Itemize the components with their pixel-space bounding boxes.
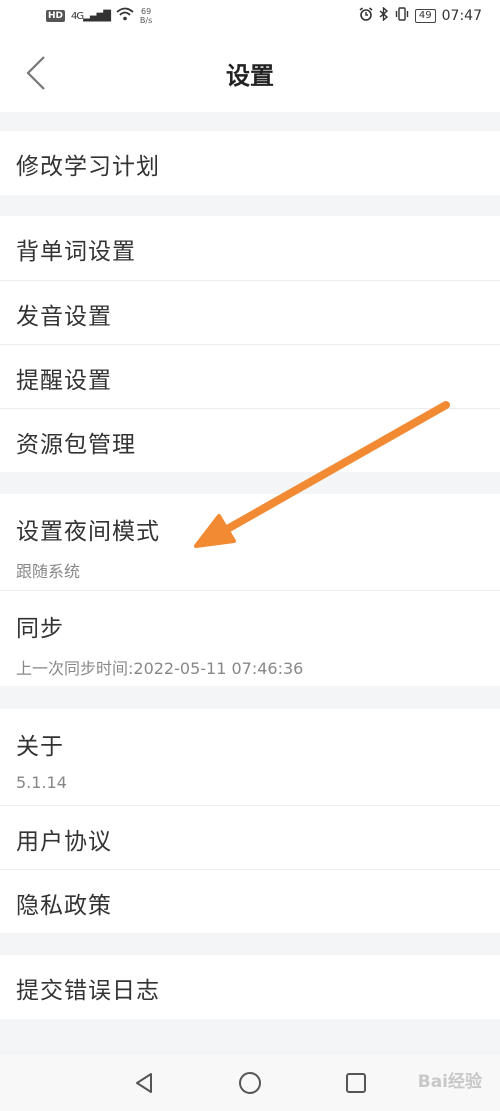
settings-item-study-plan[interactable]: 修改学习计划 bbox=[0, 131, 500, 195]
settings-item-word-settings[interactable]: 背单词设置 bbox=[0, 216, 500, 280]
last-sync-time: 上一次同步时间:2022-05-11 07:46:36 bbox=[16, 659, 304, 678]
settings-item-label: 设置夜间模式 bbox=[16, 519, 160, 545]
settings-group-learning: 背单词设置 发音设置 提醒设置 资源包管理 bbox=[0, 216, 500, 472]
settings-item-label: 发音设置 bbox=[16, 304, 112, 330]
watermark: Bai经验 bbox=[417, 1072, 482, 1092]
bluetooth-icon bbox=[379, 6, 389, 25]
settings-item-label: 关于 bbox=[16, 734, 64, 760]
settings-group-logs: 提交错误日志 bbox=[0, 955, 500, 1019]
status-left: HD 4G▂▄▆█ 69 B/s bbox=[46, 7, 152, 25]
settings-item-privacy-policy[interactable]: 隐私政策 bbox=[0, 869, 500, 933]
settings-item-night-mode[interactable]: 设置夜间模式 跟随系统 bbox=[0, 494, 500, 590]
triangle-back-icon[interactable] bbox=[132, 1071, 156, 1095]
status-time: 07:47 bbox=[441, 8, 482, 24]
system-nav-bar: Bai经验 bbox=[0, 1055, 500, 1111]
settings-item-label: 提交错误日志 bbox=[16, 978, 160, 1004]
settings-item-label: 同步 bbox=[16, 616, 64, 642]
signal-icon: 4G▂▄▆█ bbox=[71, 10, 111, 22]
settings-group-about: 关于 5.1.14 用户协议 隐私政策 bbox=[0, 709, 500, 933]
night-mode-value: 跟随系统 bbox=[16, 562, 81, 581]
settings-item-about[interactable]: 关于 5.1.14 bbox=[0, 709, 500, 805]
hd-badge: HD bbox=[46, 10, 66, 22]
alarm-icon bbox=[359, 7, 373, 25]
app-version: 5.1.14 bbox=[16, 773, 67, 792]
settings-item-label: 资源包管理 bbox=[16, 432, 136, 458]
settings-item-reminder[interactable]: 提醒设置 bbox=[0, 344, 500, 408]
network-type: 4G bbox=[71, 10, 84, 22]
network-speed: 69 B/s bbox=[140, 7, 152, 25]
settings-group-display-sync: 设置夜间模式 跟随系统 同步 上一次同步时间:2022-05-11 07:46:… bbox=[0, 494, 500, 686]
speed-value: 69 bbox=[140, 7, 152, 16]
settings-item-label: 背单词设置 bbox=[16, 239, 136, 265]
vibrate-icon bbox=[395, 7, 409, 25]
settings-item-user-agreement[interactable]: 用户协议 bbox=[0, 805, 500, 869]
status-bar: HD 4G▂▄▆█ 69 B/s 49 07:47 bbox=[0, 0, 500, 34]
battery-icon: 49 bbox=[414, 9, 436, 23]
page-title: 设置 bbox=[226, 62, 274, 90]
settings-item-sync[interactable]: 同步 上一次同步时间:2022-05-11 07:46:36 bbox=[0, 590, 500, 686]
square-recent-icon[interactable] bbox=[344, 1071, 368, 1095]
wifi-icon bbox=[116, 7, 134, 25]
settings-item-resource-pack[interactable]: 资源包管理 bbox=[0, 408, 500, 472]
header: 设置 bbox=[0, 34, 500, 112]
settings-item-label: 用户协议 bbox=[16, 829, 112, 855]
settings-item-label: 修改学习计划 bbox=[16, 154, 160, 180]
settings-item-submit-error-log[interactable]: 提交错误日志 bbox=[0, 955, 500, 1019]
settings-group-plan: 修改学习计划 bbox=[0, 131, 500, 195]
status-right: 49 07:47 bbox=[359, 6, 482, 25]
settings-item-label: 隐私政策 bbox=[16, 893, 112, 919]
settings-item-label: 提醒设置 bbox=[16, 368, 112, 394]
speed-unit: B/s bbox=[139, 16, 153, 25]
circle-home-icon[interactable] bbox=[238, 1071, 262, 1095]
settings-item-pronunciation[interactable]: 发音设置 bbox=[0, 280, 500, 344]
